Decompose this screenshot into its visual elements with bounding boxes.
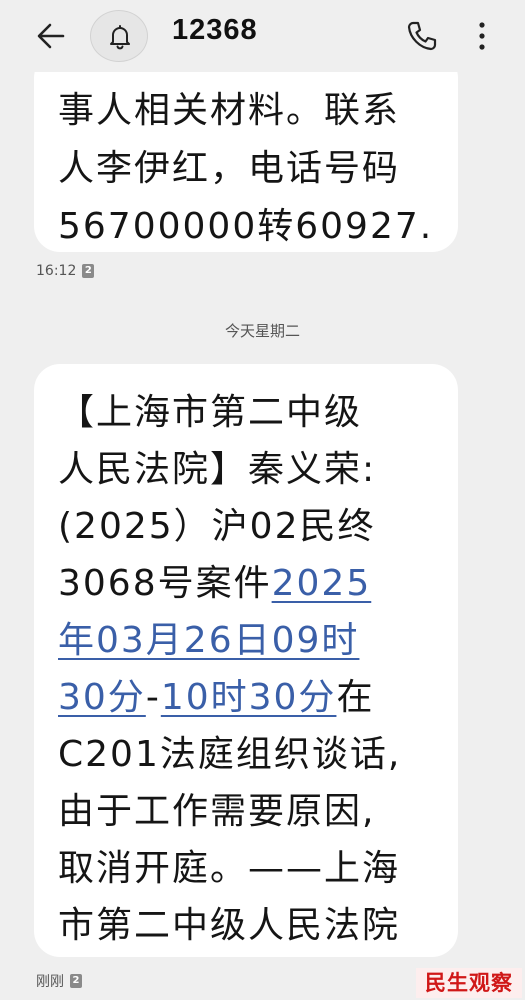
message-line: 30分-10时30分在 — [58, 669, 448, 726]
message-line: 年03月26日09时 — [58, 612, 448, 669]
message-text: 在 — [336, 677, 375, 718]
day-divider: 今天星期二 — [224, 322, 300, 340]
contact-name: 12368 — [172, 14, 258, 46]
sim-badge-icon: 2 — [70, 974, 82, 988]
message-line: 由于工作需要原因, — [58, 791, 376, 832]
message-text: - — [145, 677, 161, 718]
message-time: 16:12 — [36, 263, 77, 279]
datetime-link[interactable]: 30分 — [58, 677, 146, 718]
back-button[interactable] — [33, 18, 69, 54]
datetime-link[interactable]: 年03月26日09时 — [58, 620, 359, 661]
message-text: 3068号案件 — [58, 563, 272, 604]
message-line: 56700000转60927. — [58, 206, 434, 247]
message-line: 取消开庭。——上海 — [58, 848, 401, 889]
message-bubble[interactable]: 【上海市第二中级 人民法院】秦义荣: (2025）沪02民终 3068号案件20… — [34, 364, 458, 957]
message-meta: 刚刚 2 — [36, 971, 82, 991]
bell-icon — [110, 25, 130, 50]
conversation-header: 12368 — [0, 0, 525, 72]
datetime-link[interactable]: 2025 — [272, 563, 372, 604]
sim-badge-icon: 2 — [82, 264, 95, 278]
message-meta: 16:12 2 — [36, 263, 95, 279]
message-line: 人民法院】秦义荣: — [58, 449, 377, 490]
message-bubble[interactable]: 事人相关材料。联系 人李伊红，电话号码 56700000转60927. — [34, 52, 458, 252]
more-vertical-icon — [479, 22, 485, 50]
arrow-left-icon — [37, 23, 65, 49]
message-line: 3068号案件2025 — [58, 555, 448, 612]
message-line: 事人相关材料。联系 — [58, 90, 401, 131]
notification-toggle[interactable] — [90, 10, 148, 62]
more-options-button[interactable] — [470, 16, 494, 56]
message-line: C201法庭组织谈话, — [58, 734, 402, 775]
message-line: 市第二中级人民法院 — [58, 905, 401, 946]
message-line: 人李伊红，电话号码 — [58, 148, 401, 189]
phone-icon — [407, 21, 437, 51]
message-line: (2025）沪02民终 — [58, 506, 376, 547]
message-line: 【上海市第二中级 — [58, 392, 363, 433]
watermark-logo: 民生观察 — [416, 968, 522, 998]
call-button[interactable] — [404, 18, 440, 54]
message-time: 刚刚 — [36, 974, 64, 990]
datetime-link[interactable]: 10时30分 — [161, 677, 337, 718]
